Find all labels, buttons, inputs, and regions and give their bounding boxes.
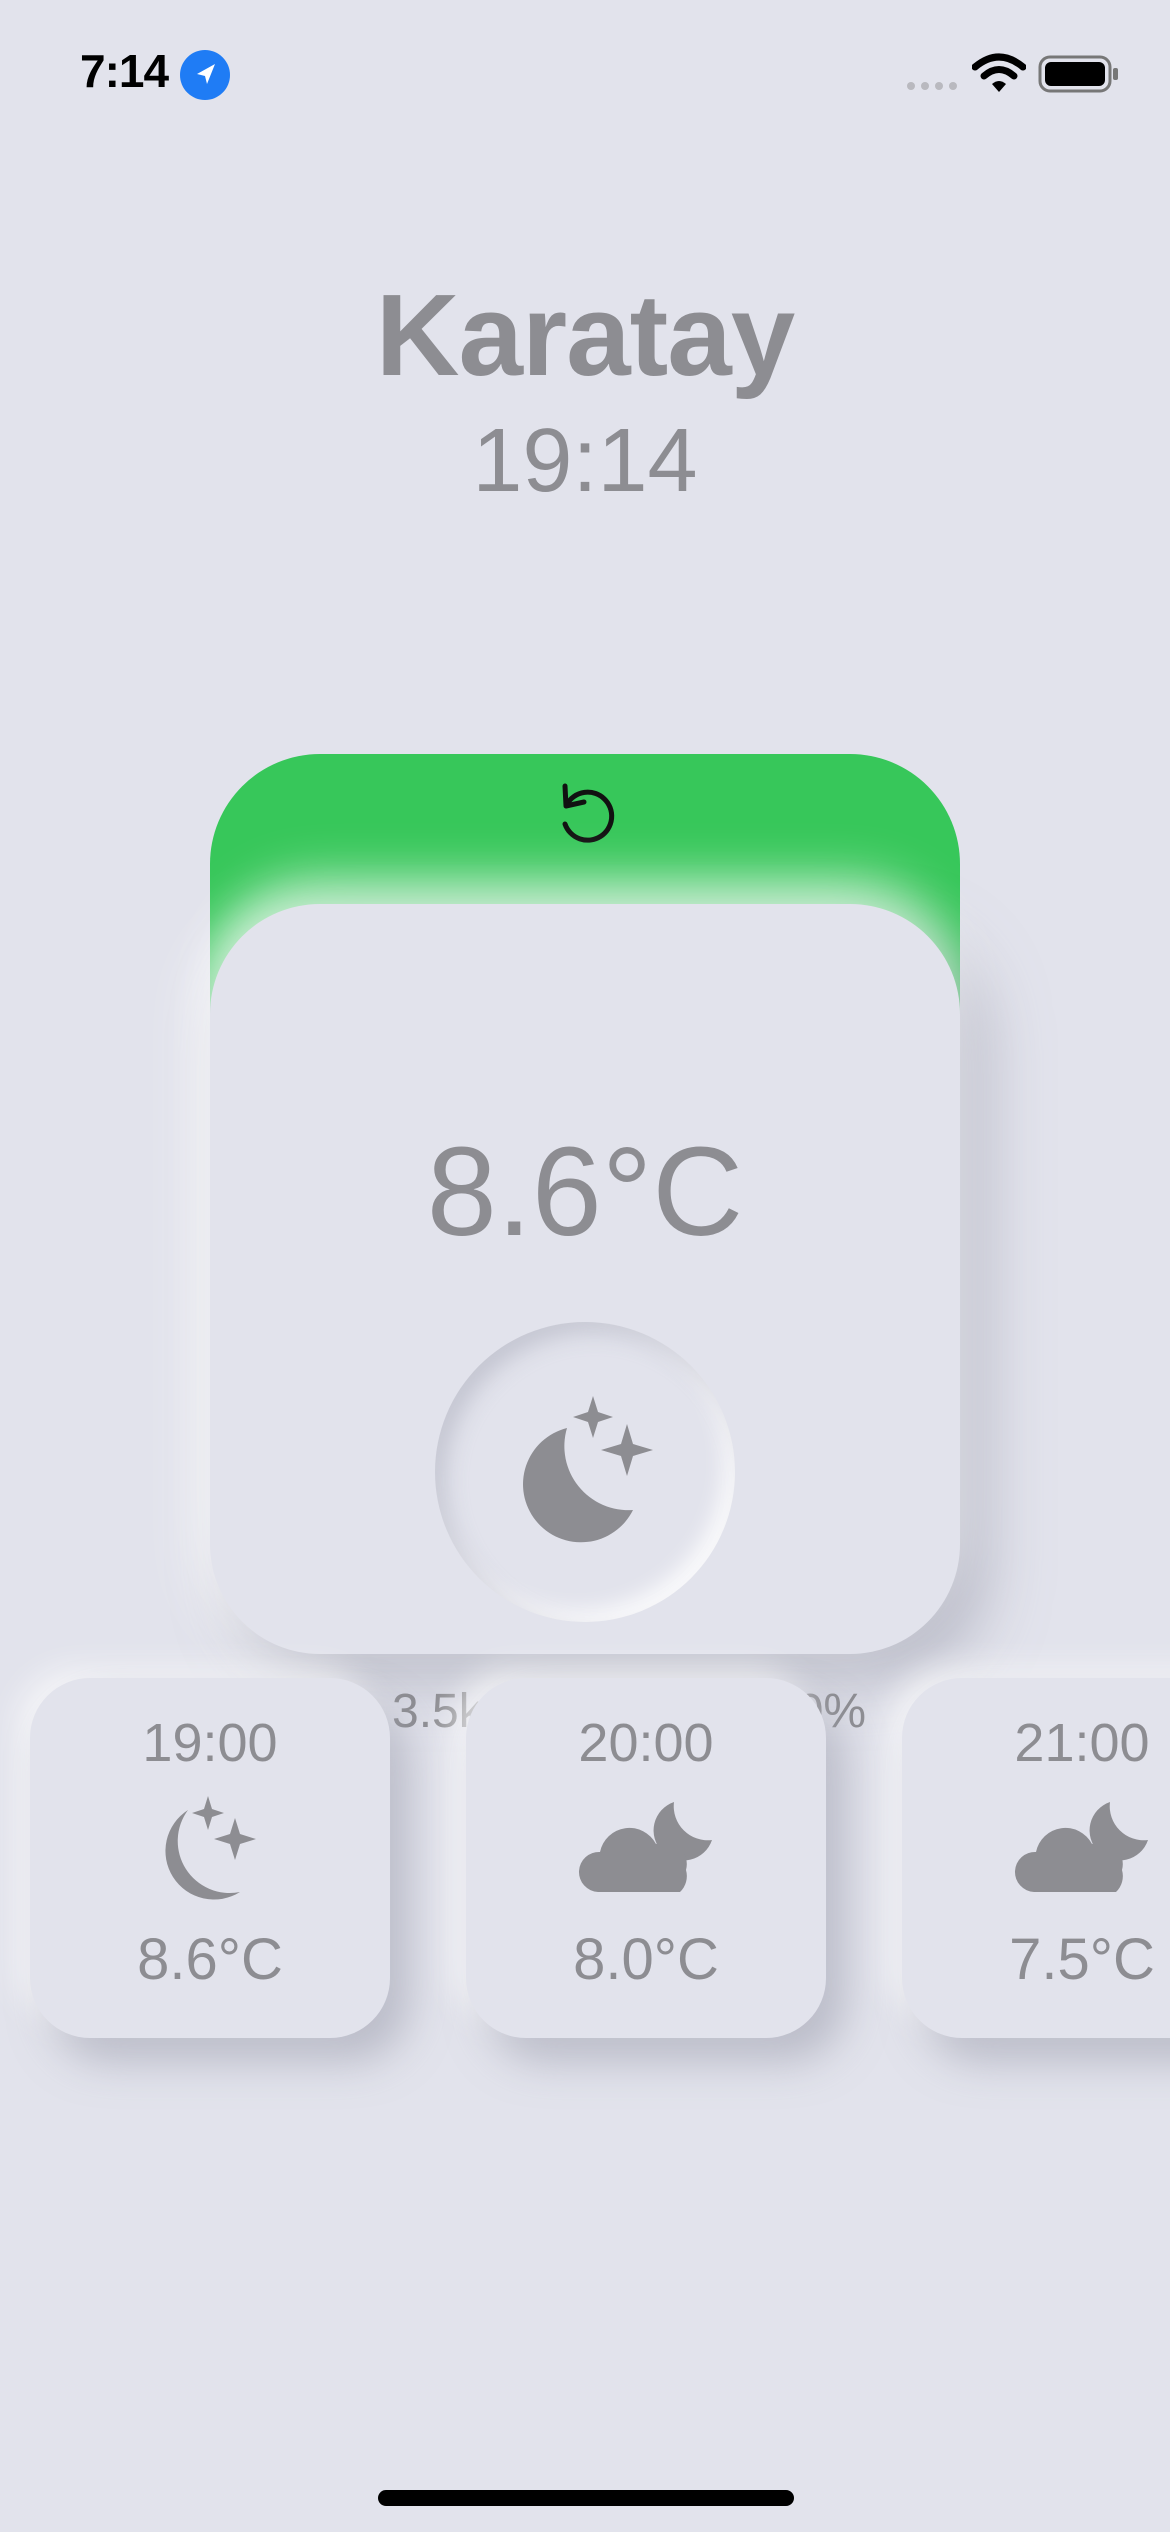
battery-icon	[1038, 55, 1118, 93]
hourly-temp: 8.6°C	[137, 1927, 283, 1992]
hourly-card[interactable]: 20:00 8.0°C	[466, 1678, 826, 2038]
current-temperature: 8.6°C	[426, 1121, 744, 1262]
hourly-temp: 8.0°C	[573, 1927, 719, 1992]
moon-stars-icon	[523, 1396, 653, 1543]
moon-stars-icon	[165, 1796, 256, 1900]
location-arrow-icon	[180, 50, 230, 100]
weather-screen: 7:14 Karatay 19:14 8.6°C 19:00 8.6°C 20:…	[0, 0, 1170, 2532]
hourly-time: 20:00	[578, 1713, 714, 1773]
condition-icon-well	[435, 1322, 735, 1622]
current-weather-panel: 8.6°C 3.5km/h 66.0%	[210, 904, 960, 1744]
status-time: 7:14	[80, 45, 169, 97]
hourly-card[interactable]: 21:00 7.5°C	[902, 1678, 1170, 2038]
hourly-time: 21:00	[1014, 1713, 1150, 1773]
wifi-icon	[972, 53, 1026, 92]
cloud-moon-icon	[578, 1802, 712, 1892]
hourly-time: 19:00	[142, 1713, 278, 1773]
cellular-dots-icon	[907, 82, 957, 90]
home-indicator[interactable]	[378, 2490, 794, 2506]
cloud-moon-icon	[1014, 1802, 1148, 1892]
hourly-temp: 7.5°C	[1009, 1927, 1155, 1992]
current-weather-card: 8.6°C 3.5km/h 66.0%	[210, 754, 960, 1744]
local-time: 19:14	[472, 411, 698, 511]
city-name: Karatay	[375, 270, 796, 400]
refresh-icon[interactable]	[553, 778, 619, 850]
hourly-card[interactable]: 19:00 8.6°C	[30, 1678, 390, 2038]
